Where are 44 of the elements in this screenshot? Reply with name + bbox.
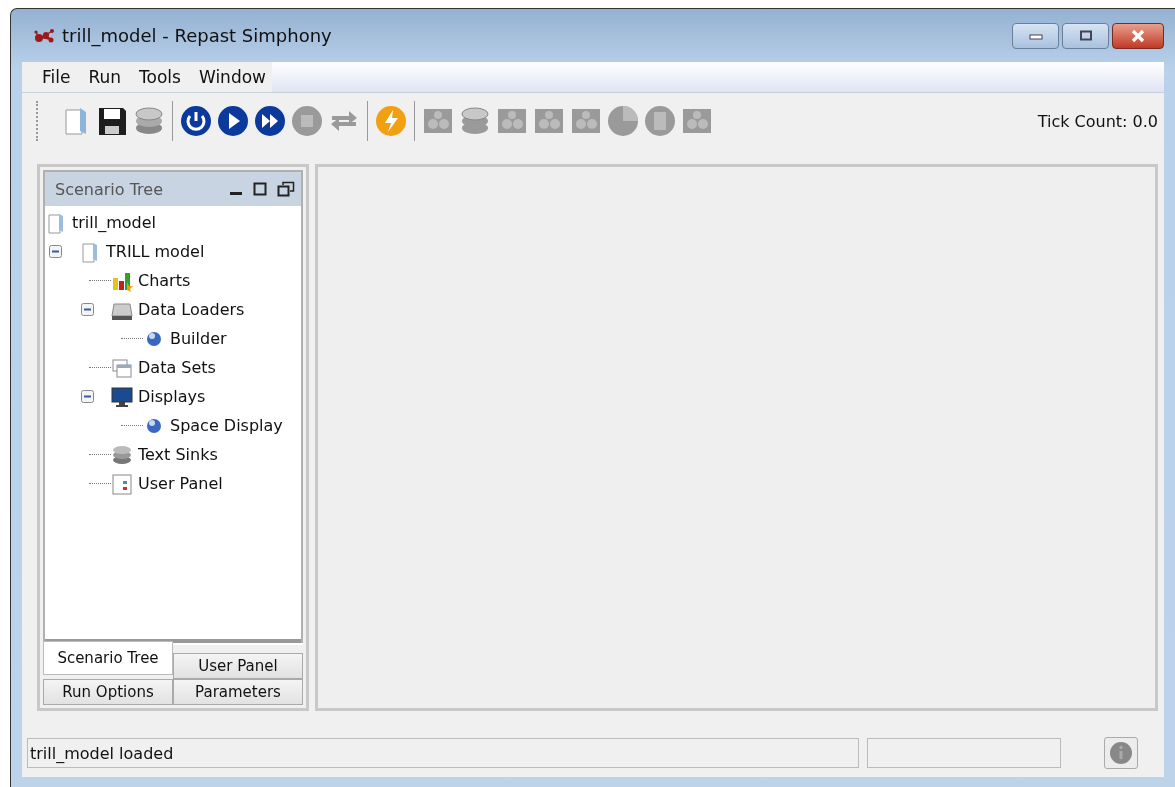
menu-item[interactable]: Tools xyxy=(133,67,187,87)
monitor-icon xyxy=(111,385,133,408)
tab[interactable]: User Panel xyxy=(173,653,303,679)
panel-title: Scenario Tree xyxy=(55,179,163,199)
play-icon[interactable] xyxy=(216,104,250,138)
panel-icon xyxy=(111,472,133,495)
info-button[interactable] xyxy=(1104,737,1138,769)
restore-icon[interactable] xyxy=(277,181,295,197)
tab[interactable]: Scenario Tree xyxy=(43,641,173,675)
menu-item[interactable]: File xyxy=(36,67,77,87)
info-icon xyxy=(1108,740,1134,766)
tab[interactable]: Run Options xyxy=(43,679,173,705)
collapse-toggle[interactable] xyxy=(81,303,94,316)
tick-count: Tick Count: 0.0 xyxy=(1037,111,1158,131)
tab[interactable]: Parameters xyxy=(173,679,303,705)
minimize-icon xyxy=(1027,31,1044,40)
tree-item[interactable]: TRILL model xyxy=(106,242,205,261)
maximize-icon xyxy=(1077,29,1094,42)
molecule-icon xyxy=(34,26,56,45)
tree-item[interactable]: trill_model xyxy=(72,213,156,232)
database-icon xyxy=(111,443,133,466)
tree-item[interactable]: Displays xyxy=(138,387,206,406)
power-icon[interactable] xyxy=(179,104,213,138)
tree-item[interactable]: Space Display xyxy=(170,416,283,435)
tree-item[interactable]: Builder xyxy=(170,329,227,348)
tree-item[interactable]: Data Loaders xyxy=(138,300,245,319)
fast-forward-icon[interactable] xyxy=(253,104,287,138)
tree-item[interactable]: Data Sets xyxy=(138,358,216,377)
collapse-toggle[interactable] xyxy=(49,245,62,258)
tree-item[interactable]: Charts xyxy=(138,271,191,290)
status-message: trill_model loaded xyxy=(27,738,859,768)
menu-item[interactable]: Window xyxy=(192,67,272,87)
window-title: trill_model - Repast Simphony xyxy=(62,25,332,46)
collapse-toggle[interactable] xyxy=(81,390,94,403)
windows-icon xyxy=(111,356,133,379)
tree-item[interactable]: Text Sinks xyxy=(138,445,218,464)
close-icon xyxy=(1129,28,1147,43)
tree-item[interactable]: User Panel xyxy=(138,474,223,493)
menu-item[interactable]: Run xyxy=(82,67,128,87)
maximize-icon[interactable] xyxy=(253,182,267,196)
close-button[interactable] xyxy=(1112,22,1164,49)
minimize-button[interactable] xyxy=(1012,22,1059,49)
maximize-button[interactable] xyxy=(1062,22,1109,49)
lightning-icon[interactable] xyxy=(374,104,408,138)
